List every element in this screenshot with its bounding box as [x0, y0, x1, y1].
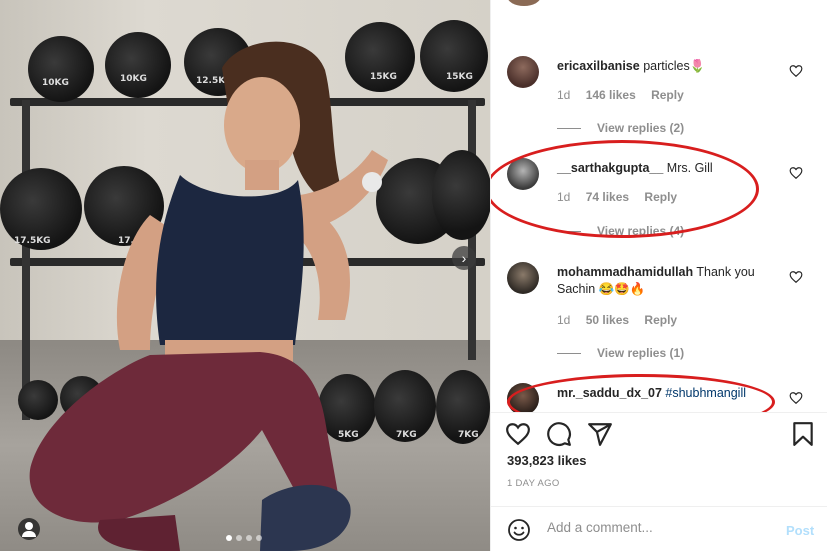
avatar[interactable]	[507, 0, 541, 6]
avatar[interactable]	[507, 56, 539, 88]
post-photo[interactable]: 10KG 10KG 12.5KG 15KG 15KG 17.5KG 17.5 5…	[0, 0, 490, 551]
comment-composer: Post	[491, 506, 827, 551]
comment-bubble-icon[interactable]	[546, 421, 572, 447]
bookmark-icon[interactable]	[790, 421, 816, 447]
like-comment-icon[interactable]	[789, 270, 803, 284]
post-comment-button[interactable]: Post	[786, 523, 814, 538]
view-replies-button[interactable]: View replies (2)	[557, 121, 684, 135]
comment-username[interactable]: ericaxilbanise	[557, 59, 640, 73]
comment-username[interactable]: mr._saddu_dx_07	[557, 386, 662, 400]
comment-text: Mrs. Gill	[666, 161, 713, 175]
comment-list[interactable]: ericaxilbanise particles🌷 1d 146 likes R…	[491, 0, 827, 412]
tagged-users-icon[interactable]	[18, 518, 40, 540]
comment-text-block: mr._saddu_dx_07 #shubhmangill	[557, 385, 787, 402]
avatar[interactable]	[507, 158, 539, 190]
comment-likes[interactable]: 146 likes	[586, 88, 636, 102]
comment-text: particles🌷	[643, 59, 706, 73]
reply-button[interactable]: Reply	[644, 190, 677, 204]
comment-meta: 1d 50 likes Reply	[557, 313, 689, 327]
comment-username[interactable]: mohammadhamidullah	[557, 265, 693, 279]
comment-likes[interactable]: 74 likes	[586, 190, 629, 204]
carousel-indicator	[226, 535, 262, 541]
avatar[interactable]	[507, 262, 539, 294]
comment-time[interactable]: 1d	[557, 88, 570, 102]
divider	[557, 128, 581, 130]
comment-time[interactable]: 1d	[557, 190, 570, 204]
view-replies-button[interactable]: View replies (4)	[557, 224, 684, 238]
comment-text-block: ericaxilbanise particles🌷	[557, 58, 787, 75]
carousel-dot	[226, 535, 232, 541]
comment-text-block: mohammadhamidullah Thank you Sachin 😂🤩🔥	[557, 264, 787, 298]
reply-button[interactable]: Reply	[651, 88, 684, 102]
avatar[interactable]	[507, 383, 539, 412]
person-figure	[29, 41, 388, 551]
share-paper-plane-icon[interactable]	[587, 421, 613, 447]
comment-time[interactable]: 1d	[557, 313, 570, 327]
like-comment-icon[interactable]	[789, 64, 803, 78]
view-replies-label: View replies (2)	[597, 121, 685, 135]
view-replies-button[interactable]: View replies (1)	[557, 346, 684, 360]
emoji-icon[interactable]	[507, 518, 531, 542]
view-replies-label: View replies (1)	[597, 346, 685, 360]
carousel-dot	[246, 535, 252, 541]
comment-meta: 1d 146 likes Reply	[557, 88, 696, 102]
comment-hashtag[interactable]: #shubhmangill	[665, 386, 746, 400]
comment-input[interactable]	[547, 520, 767, 535]
like-heart-icon[interactable]	[505, 421, 531, 447]
post-timestamp[interactable]: 1 DAY AGO	[507, 478, 560, 489]
carousel-dot	[236, 535, 242, 541]
like-comment-icon[interactable]	[789, 166, 803, 180]
reply-button[interactable]: Reply	[644, 313, 677, 327]
comment-meta: 1d 74 likes Reply	[557, 190, 689, 204]
carousel-dot	[256, 535, 262, 541]
next-photo-button[interactable]: ›	[452, 246, 476, 270]
post-action-bar	[491, 412, 827, 452]
divider	[557, 231, 581, 233]
comment-text-block: __sarthakgupta__ Mrs. Gill	[557, 160, 787, 177]
comments-panel: ericaxilbanise particles🌷 1d 146 likes R…	[490, 0, 827, 551]
like-comment-icon[interactable]	[789, 391, 803, 405]
divider	[557, 353, 581, 355]
view-replies-label: View replies (4)	[597, 224, 685, 238]
comment-likes[interactable]: 50 likes	[586, 313, 629, 327]
comment-username[interactable]: __sarthakgupta__	[557, 161, 663, 175]
post-like-count[interactable]: 393,823 likes	[507, 453, 587, 468]
